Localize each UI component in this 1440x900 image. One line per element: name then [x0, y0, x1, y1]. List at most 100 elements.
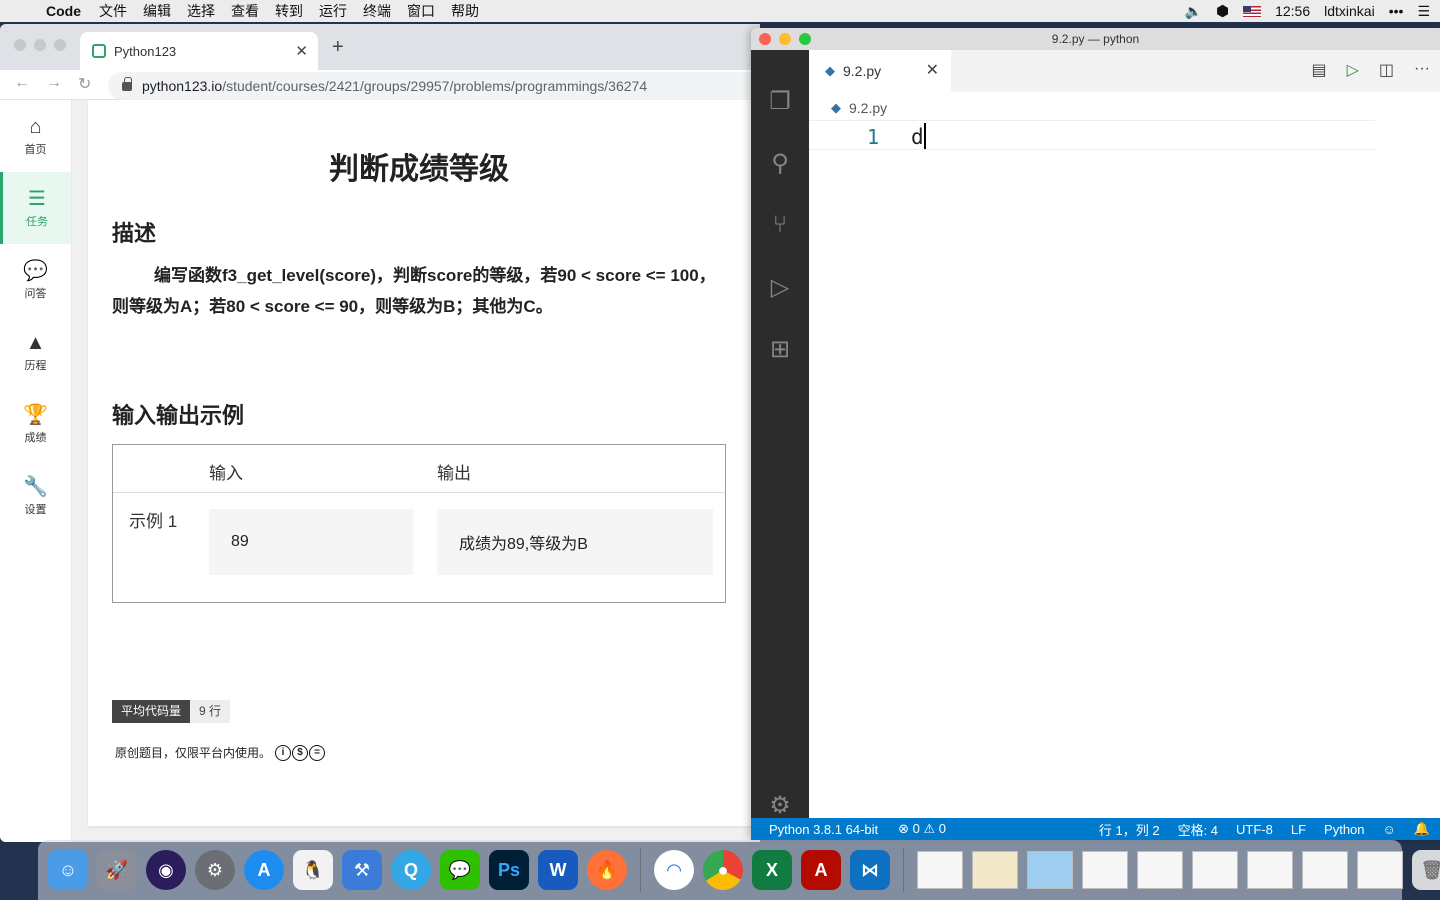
indentation[interactable]: 空格: 4	[1178, 820, 1218, 839]
forward-icon[interactable]: →	[46, 74, 62, 92]
trash-icon[interactable]: 🗑	[1412, 850, 1440, 890]
window-thumbnail-icon[interactable]	[1192, 851, 1238, 889]
avg-code-badge: 平均代码量 9 行	[112, 700, 231, 723]
minimize-window-button[interactable]	[34, 39, 46, 51]
source-control-icon[interactable]: ⑂	[751, 200, 809, 250]
sidebar-item-history[interactable]: ▲ 历程	[0, 316, 71, 388]
io-header-output: 输出	[437, 464, 471, 483]
menu-terminal[interactable]: 终端	[363, 1, 391, 21]
extensions-icon[interactable]: ⊞	[751, 324, 809, 374]
spreadsheet-thumbnail-icon[interactable]	[1302, 851, 1348, 889]
user-name[interactable]: ldtxinkai	[1324, 3, 1375, 19]
acrobat-icon[interactable]: A	[801, 850, 841, 890]
explorer-icon[interactable]: ❐	[751, 76, 809, 126]
feedback-icon[interactable]: ☺	[1383, 822, 1396, 837]
menu-window[interactable]: 窗口	[407, 1, 435, 21]
menu-edit[interactable]: 编辑	[143, 1, 171, 21]
window-thumbnail-icon[interactable]	[1357, 851, 1403, 889]
menu-file[interactable]: 文件	[99, 1, 127, 21]
reload-icon[interactable]: ↻	[78, 74, 91, 94]
sidebar-item-tasks[interactable]: ☰ 任务	[0, 172, 71, 244]
folder-icon[interactable]	[1027, 851, 1073, 889]
close-window-button[interactable]	[14, 39, 26, 51]
finder-icon[interactable]: ☺	[48, 850, 88, 890]
trophy-icon: 🏆	[23, 403, 48, 426]
app-store-icon[interactable]: A	[244, 850, 284, 890]
problems-indicator[interactable]: ⊗ 0 ⚠ 0	[898, 821, 946, 837]
firefox-icon[interactable]: 🔥	[587, 850, 627, 890]
window-thumbnail-icon[interactable]	[1137, 851, 1183, 889]
url-field[interactable]: python123.io/student/courses/2421/groups…	[108, 72, 760, 100]
more-actions-icon[interactable]: ···	[1414, 60, 1430, 80]
close-window-button[interactable]	[759, 33, 771, 45]
launchpad-icon[interactable]: 🚀	[97, 850, 137, 890]
photoshop-icon[interactable]: Ps	[489, 850, 529, 890]
window-thumbnail-icon[interactable]	[1082, 851, 1128, 889]
end-of-line[interactable]: LF	[1291, 822, 1306, 837]
sidebar-item-qa[interactable]: 💬 问答	[0, 244, 71, 316]
image-thumbnail-icon[interactable]	[972, 851, 1018, 889]
menu-run[interactable]: 运行	[319, 1, 347, 21]
status-circle-icon[interactable]: ⬢	[1216, 2, 1229, 20]
wifi-app-icon[interactable]: ◠	[654, 850, 694, 890]
sidebar-item-settings[interactable]: 🔧 设置	[0, 460, 71, 532]
code-text-wrap[interactable]: d	[911, 123, 926, 149]
run-debug-icon[interactable]: ▷	[751, 262, 809, 312]
document-thumbnail-icon[interactable]	[917, 851, 963, 889]
menu-help[interactable]: 帮助	[451, 1, 479, 21]
menu-view[interactable]: 查看	[231, 1, 259, 21]
word-icon[interactable]: W	[538, 850, 578, 890]
cc-nc-icon: $	[292, 744, 309, 761]
browser-tab[interactable]: Python123 ✕	[80, 32, 318, 70]
breadcrumb[interactable]: ◆ 9.2.py	[831, 100, 887, 116]
code-line[interactable]: 1 d	[809, 120, 1375, 150]
open-preview-icon[interactable]: ▤	[1311, 60, 1326, 80]
editor-tab[interactable]: ◆ 9.2.py ✕	[809, 50, 951, 92]
search-icon[interactable]: ⚲	[751, 138, 809, 188]
example-output[interactable]: 成绩为89,等级为B	[437, 509, 713, 575]
volume-icon[interactable]: 🔈	[1185, 3, 1202, 20]
control-center-icon[interactable]: ☰	[1417, 3, 1430, 20]
text-cursor	[923, 123, 926, 149]
clock[interactable]: 12:56	[1275, 3, 1310, 19]
example-input[interactable]: 89	[209, 509, 413, 575]
language-mode[interactable]: Python	[1324, 822, 1364, 837]
zoom-window-button[interactable]	[799, 33, 811, 45]
menu-selection[interactable]: 选择	[187, 1, 215, 21]
close-tab-icon[interactable]: ✕	[295, 42, 308, 60]
tasks-icon: ☰	[28, 187, 46, 210]
app-name-menu[interactable]: Code	[46, 3, 81, 19]
sidebar-item-home[interactable]: ⌂ 首页	[0, 100, 71, 172]
favicon-icon	[92, 44, 106, 58]
python-interpreter[interactable]: Python 3.8.1 64-bit	[769, 822, 878, 837]
editor-actions: ▤ ▷ ◫ ···	[1311, 60, 1430, 80]
wechat-icon[interactable]: 💬	[440, 850, 480, 890]
menu-go[interactable]: 转到	[275, 1, 303, 21]
encoding[interactable]: UTF-8	[1236, 822, 1273, 837]
back-icon[interactable]: ←	[14, 74, 30, 92]
xcode-icon[interactable]: ⚒	[342, 850, 382, 890]
window-thumbnail-icon[interactable]	[1247, 851, 1293, 889]
new-tab-button[interactable]: +	[332, 36, 344, 59]
run-python-file-icon[interactable]: ▷	[1347, 60, 1359, 80]
vscode-icon[interactable]: ⋈	[850, 850, 890, 890]
excel-icon[interactable]: X	[752, 850, 792, 890]
chrome-icon[interactable]: ●	[703, 850, 743, 890]
io-heading: 输入输出示例	[112, 404, 245, 429]
more-icon[interactable]: •••	[1389, 3, 1404, 19]
sidebar-item-grades[interactable]: 🏆 成绩	[0, 388, 71, 460]
minimize-window-button[interactable]	[779, 33, 791, 45]
browser-window: Python123 ✕ + ← → ↻ python123.io/student…	[0, 24, 760, 842]
activity-bar: ❐ ⚲ ⑂ ▷ ⊞ ⚙	[751, 50, 809, 819]
zoom-window-button[interactable]	[54, 39, 66, 51]
qq-icon[interactable]: 🐧	[293, 850, 333, 890]
input-source-flag-icon[interactable]	[1243, 5, 1262, 17]
cursor-position[interactable]: 行 1，列 2	[1099, 820, 1160, 839]
qq-browser-icon[interactable]: Q	[391, 850, 431, 890]
cc-license-icon[interactable]: i $ =	[275, 744, 326, 761]
split-editor-icon[interactable]: ◫	[1379, 60, 1394, 80]
system-preferences-icon[interactable]: ⚙	[195, 850, 235, 890]
bell-icon[interactable]: 🔔	[1414, 821, 1430, 837]
close-tab-icon[interactable]: ✕	[926, 60, 939, 80]
siri-icon[interactable]: ◉	[146, 850, 186, 890]
